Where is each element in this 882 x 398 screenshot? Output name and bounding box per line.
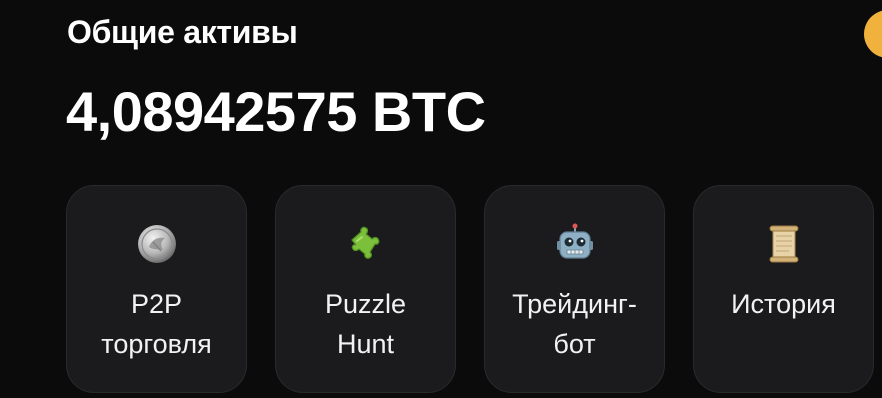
puzzle-icon xyxy=(344,222,388,266)
tile-label: История xyxy=(731,289,836,319)
total-balance: 4,08942575 BTC xyxy=(66,80,486,143)
quick-actions: P2P торговля Puzzle Hunt Трейдинг- бот И… xyxy=(66,185,874,393)
tile-label: Трейдинг- бот xyxy=(512,289,637,359)
history-button[interactable]: История xyxy=(693,185,874,393)
coin-icon xyxy=(135,222,179,266)
tile-label: P2P торговля xyxy=(101,289,212,359)
tile-label: Puzzle Hunt xyxy=(324,289,407,359)
trading-bot-button[interactable]: Трейдинг- бот xyxy=(484,185,665,393)
p2p-trading-button[interactable]: P2P торговля xyxy=(66,185,247,393)
puzzle-hunt-button[interactable]: Puzzle Hunt xyxy=(275,185,456,393)
assets-title: Общие активы xyxy=(67,14,298,50)
avatar[interactable] xyxy=(864,10,882,58)
scroll-icon xyxy=(762,222,806,266)
robot-icon xyxy=(553,222,597,266)
